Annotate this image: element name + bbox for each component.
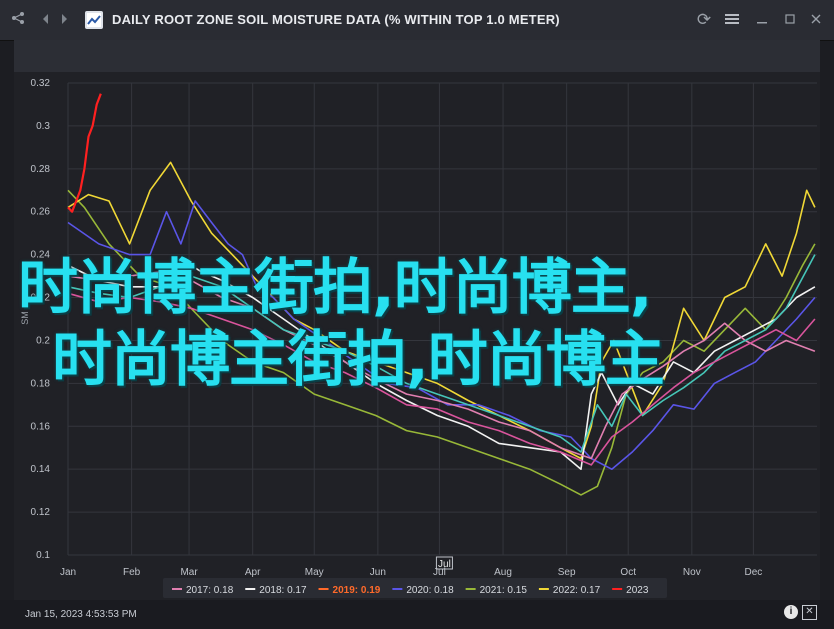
legend-label-2017: 2017: 0.18: [186, 585, 234, 596]
y-tick-label: 0.28: [31, 164, 51, 175]
legend-label-2018: 2018: 0.17: [259, 585, 307, 596]
x-tick-label: Jun: [370, 567, 386, 578]
x-tick-label: Apr: [245, 567, 261, 578]
y-tick-label: 0.26: [31, 207, 51, 218]
y-tick-label: 0.16: [31, 421, 51, 432]
overlay-text-line-1: 时尚博主街拍,时尚博主,: [18, 253, 653, 323]
y-tick-label: 0.18: [31, 378, 51, 389]
footer: Jan 15, 2023 4:53:53 PM: [0, 600, 834, 629]
x-tick-label: Mar: [180, 567, 198, 578]
y-tick-label: 0.2: [36, 335, 50, 346]
legend-label-2019: 2019: 0.19: [333, 585, 381, 596]
legend-label-2022: 2022: 0.17: [553, 585, 601, 596]
y-tick-label: 0.3: [36, 121, 50, 132]
footer-date: Jan 15, 2023 4:53:53 PM: [25, 609, 137, 620]
collapse-icon[interactable]: ✕: [802, 605, 817, 620]
x-tick-label: Dec: [744, 567, 762, 578]
x-tick-label: Sep: [558, 567, 576, 578]
x-axis: Jan Feb Mar Apr May Jun Jul Aug Sep Oct Nov DecJul: [60, 556, 762, 578]
x-tick-label: May: [305, 567, 324, 578]
y-tick-label: 0.32: [31, 78, 51, 89]
x-cursor-label: Jul: [438, 559, 451, 570]
legend-label-2021: 2021: 0.15: [480, 585, 528, 596]
x-tick-label: Oct: [620, 567, 636, 578]
info-icon[interactable]: i: [784, 605, 798, 619]
legend-label-2023: 2023: [626, 585, 649, 596]
y-tick-label: 0.12: [31, 507, 51, 518]
x-tick-label: Jan: [60, 567, 76, 578]
x-tick-label: Nov: [683, 567, 701, 578]
chart-legend: 2017: 0.18 2018: 0.17 2019: 0.19 2020: 0.18…: [163, 578, 667, 598]
y-tick-label: 0.14: [31, 464, 51, 475]
overlay-text-line-2: 时尚博主街拍,时尚博主: [52, 325, 665, 395]
x-tick-label: Feb: [123, 567, 141, 578]
legend-label-2020: 2020: 0.18: [406, 585, 454, 596]
y-tick-label: 0.1: [36, 550, 50, 561]
x-tick-label: Aug: [494, 567, 512, 578]
